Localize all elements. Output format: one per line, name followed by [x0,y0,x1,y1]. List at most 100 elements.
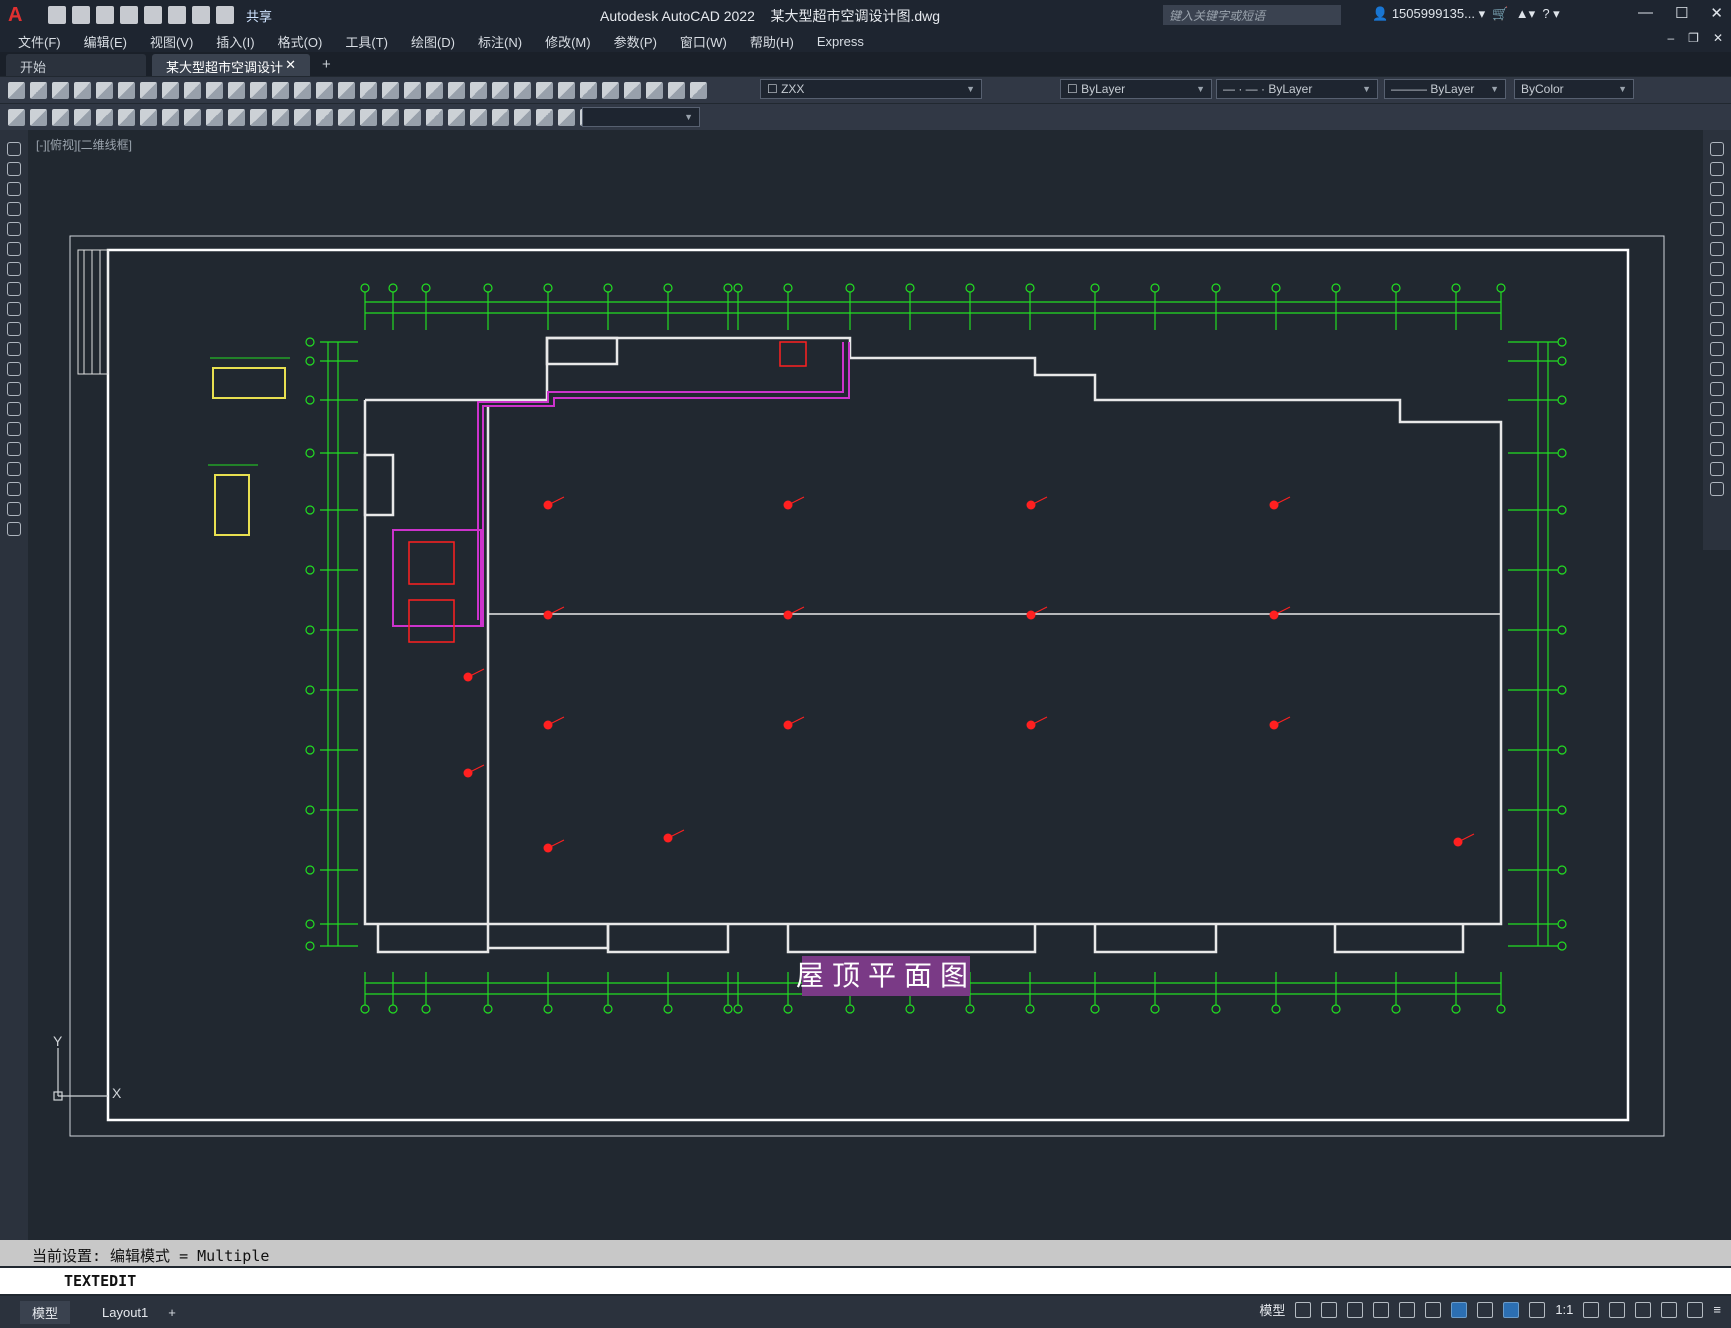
modify-tool-icon-13[interactable] [1710,382,1724,396]
standard-tool-icon-19[interactable] [404,81,421,99]
isometric-icon[interactable] [1425,1301,1442,1318]
standard-tool-icon-5[interactable] [96,81,113,99]
draw-tool-icon-16[interactable] [7,442,21,456]
standard-tool-icon-13[interactable] [272,81,289,99]
standard-tool-icon-20[interactable] [426,81,443,99]
draw-tool-icon-17[interactable] [7,462,21,476]
dimension-tool-icon-12[interactable] [250,108,267,126]
standard-tool-icon-18[interactable] [382,81,399,99]
dimension-tool-icon-9[interactable] [184,108,201,126]
modify-tool-icon-14[interactable] [1710,402,1724,416]
modify-tool-icon-5[interactable] [1710,222,1724,236]
modify-tool-icon-17[interactable] [1710,462,1724,476]
standard-tool-icon-32[interactable] [690,81,707,99]
lineweight-icon[interactable] [1477,1301,1494,1318]
plotstyle-dropdown[interactable]: ByColor ▼ [1514,79,1634,99]
dimension-tool-icon-2[interactable] [30,108,47,126]
dimension-tool-icon-16[interactable] [338,108,355,126]
modify-tool-icon-16[interactable] [1710,442,1724,456]
save-as-icon[interactable] [120,6,138,24]
tab-start[interactable]: 开始 [6,54,146,76]
modify-tool-icon-1[interactable] [1710,142,1724,156]
draw-tool-icon-19[interactable] [7,502,21,516]
standard-tool-icon-2[interactable] [30,81,47,99]
dimension-tool-icon-23[interactable] [492,108,509,126]
dimension-tool-icon-7[interactable] [140,108,157,126]
tab-layout1[interactable]: Layout1 [90,1303,160,1322]
plot-icon[interactable] [168,6,186,24]
standard-tool-icon-7[interactable] [140,81,157,99]
grid-icon[interactable] [1295,1301,1312,1318]
draw-tool-icon-1[interactable] [7,142,21,156]
dimension-tool-icon-25[interactable] [536,108,553,126]
draw-tool-icon-12[interactable] [7,362,21,376]
draw-tool-icon-4[interactable] [7,202,21,216]
standard-tool-icon-6[interactable] [118,81,135,99]
menu-format[interactable]: 格式(O) [278,32,323,51]
modify-tool-icon-6[interactable] [1710,242,1724,256]
polar-icon[interactable] [1373,1301,1390,1318]
dimension-tool-icon-13[interactable] [272,108,289,126]
dimension-tool-icon-1[interactable] [8,108,25,126]
modify-tool-icon-11[interactable] [1710,342,1724,356]
standard-tool-icon-11[interactable] [228,81,245,99]
osnap-tracking-icon[interactable] [1399,1301,1416,1318]
menu-dimension[interactable]: 标注(N) [478,32,522,51]
new-file-icon[interactable] [48,6,66,24]
dimstyle-dropdown[interactable]: ▼ [582,107,700,127]
object-snap-icon[interactable] [1451,1301,1468,1318]
add-icon[interactable] [1609,1301,1626,1318]
standard-tool-icon-3[interactable] [52,81,69,99]
draw-tool-icon-10[interactable] [7,322,21,336]
standard-tool-icon-17[interactable] [360,81,377,99]
dimension-tool-icon-22[interactable] [470,108,487,126]
standard-tool-icon-27[interactable] [580,81,597,99]
dimension-tool-icon-3[interactable] [52,108,69,126]
tab-model[interactable]: 模型 [20,1300,71,1324]
hardware-accel-icon[interactable] [1661,1301,1678,1318]
dimension-tool-icon-21[interactable] [448,108,465,126]
snap-icon[interactable] [1321,1301,1338,1318]
modify-tool-icon-7[interactable] [1710,262,1724,276]
standard-tool-icon-15[interactable] [316,81,333,99]
redo-icon[interactable] [216,6,234,24]
menu-tools[interactable]: 工具(T) [345,32,388,51]
close-button[interactable]: ✕ [1710,4,1723,22]
user-account[interactable]: 👤 1505999135... ▾ 🛒 ▲▾ ? ▾ [1372,6,1560,22]
draw-tool-icon-8[interactable] [7,282,21,296]
standard-tool-icon-31[interactable] [668,81,685,99]
menu-help[interactable]: 帮助(H) [750,32,794,51]
menu-file[interactable]: 文件(F) [18,32,61,51]
standard-tool-icon-9[interactable] [184,81,201,99]
minimize-button[interactable]: — [1638,4,1653,22]
modify-tool-icon-9[interactable] [1710,302,1724,316]
customize-menu-icon[interactable]: ≡ [1713,1302,1721,1317]
standard-tool-icon-30[interactable] [646,81,663,99]
add-layout-button[interactable]: + [168,1305,176,1320]
dimension-tool-icon-6[interactable] [118,108,135,126]
modify-tool-icon-4[interactable] [1710,202,1724,216]
standard-tool-icon-12[interactable] [250,81,267,99]
dimension-tool-icon-8[interactable] [162,108,179,126]
dimension-tool-icon-26[interactable] [558,108,575,126]
draw-tool-icon-5[interactable] [7,222,21,236]
annotation-scale[interactable]: 1:1 [1555,1302,1573,1317]
draw-tool-icon-11[interactable] [7,342,21,356]
isolate-objects-icon[interactable] [1635,1301,1652,1318]
command-input[interactable]: TEXTEDIT [0,1268,1731,1294]
draw-tool-icon-2[interactable] [7,162,21,176]
standard-tool-icon-8[interactable] [162,81,179,99]
draw-tool-icon-20[interactable] [7,522,21,536]
menu-parametric[interactable]: 参数(P) [614,32,657,51]
draw-tool-icon-18[interactable] [7,482,21,496]
standard-tool-icon-29[interactable] [624,81,641,99]
menu-window[interactable]: 窗口(W) [680,32,727,51]
tab-close-icon[interactable]: ✕ [285,57,296,73]
annotation-visibility-icon[interactable] [1503,1301,1520,1318]
menu-edit[interactable]: 编辑(E) [84,32,127,51]
save-icon[interactable] [96,6,114,24]
standard-tool-icon-24[interactable] [514,81,531,99]
modify-tool-icon-3[interactable] [1710,182,1724,196]
ortho-icon[interactable] [1347,1301,1364,1318]
new-tab-button[interactable]: + [322,56,331,73]
